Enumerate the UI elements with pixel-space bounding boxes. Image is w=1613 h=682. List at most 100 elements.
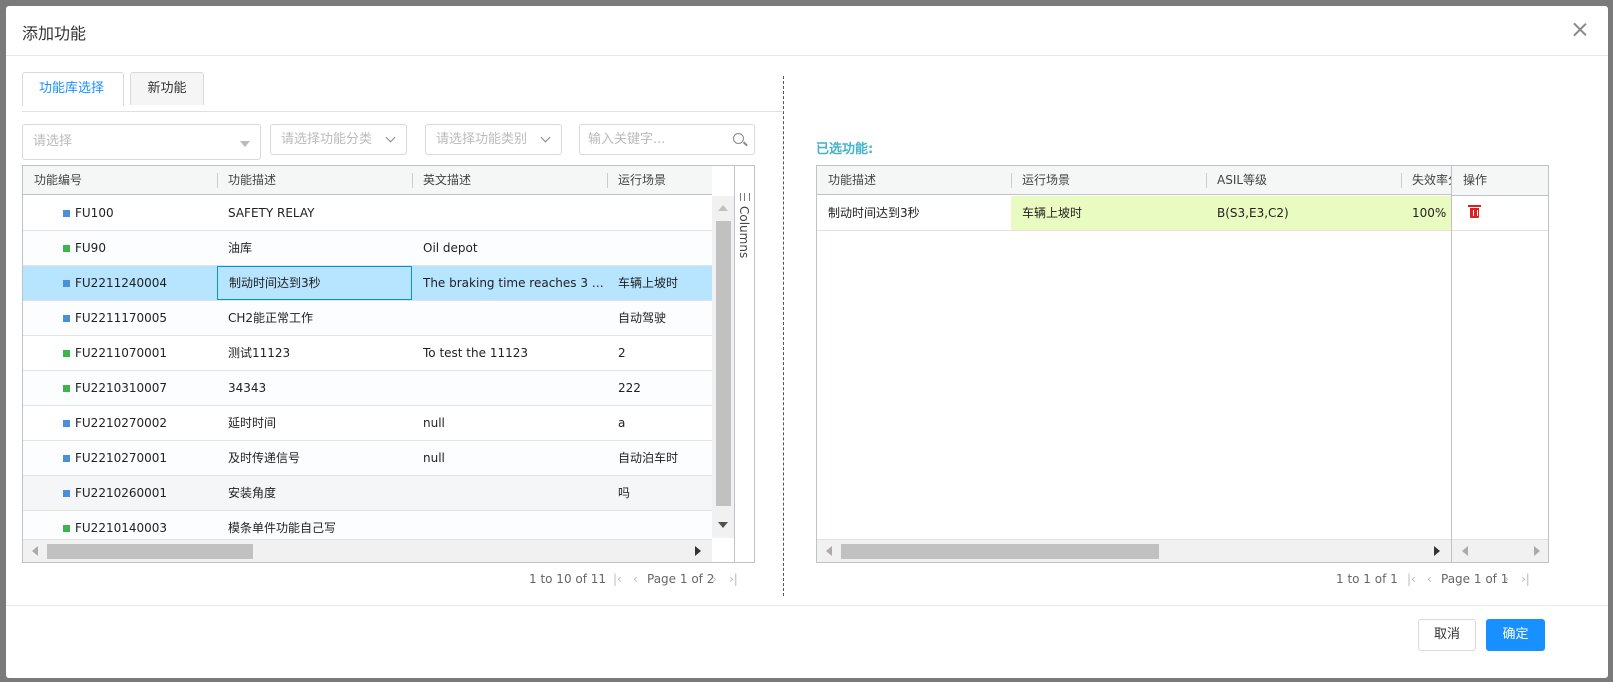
cell-description[interactable]: 34343 — [217, 371, 412, 405]
cell-function-id[interactable]: FU2210270002 — [64, 406, 217, 440]
cell-function-id[interactable]: FU2211070001 — [64, 336, 217, 370]
cell-description[interactable]: 延时时间 — [217, 406, 412, 440]
delete-icon[interactable] — [1468, 205, 1481, 218]
first-page-icon[interactable]: |‹ — [1407, 571, 1416, 587]
scroll-left-icon[interactable] — [32, 546, 38, 556]
cell-description[interactable]: 油库 — [217, 231, 412, 265]
cell-asil[interactable]: B(S3,E3,C2) — [1206, 196, 1401, 230]
search-icon[interactable] — [733, 133, 744, 144]
horizontal-scrollbar[interactable] — [817, 539, 1451, 562]
next-page-icon[interactable]: › — [1504, 571, 1509, 587]
cell-description[interactable]: 及时传递信号 — [217, 441, 412, 475]
horizontal-scrollbar[interactable] — [1452, 539, 1548, 562]
cell-english[interactable] — [412, 476, 607, 510]
last-page-icon[interactable]: ›| — [729, 571, 738, 587]
cell-function-id[interactable]: FU2210260001 — [64, 476, 217, 510]
cell-scene[interactable]: 2 — [607, 336, 712, 370]
type-select[interactable]: 请选择功能类别 — [425, 124, 562, 155]
cell-english[interactable] — [412, 196, 607, 230]
prev-page-icon[interactable]: ‹ — [1427, 571, 1432, 587]
cell-description: 制动时间达到3秒 — [828, 206, 920, 220]
table-row[interactable]: FU90 油库 Oil depot — [23, 231, 712, 266]
table-row[interactable]: FU100 SAFETY RELAY — [23, 196, 712, 231]
cell-description[interactable]: 测试11123 — [217, 336, 412, 370]
selected-functions-grid: 功能描述 运行场景 ASIL等级 失效率分 制动时间达到3秒 车辆上坡时 B(S… — [816, 165, 1549, 563]
cell-english[interactable] — [412, 371, 607, 405]
scroll-right-icon[interactable] — [1534, 546, 1540, 556]
cell-english[interactable]: null — [412, 406, 607, 440]
prev-page-icon[interactable]: ‹ — [633, 571, 638, 587]
confirm-button[interactable]: 确定 — [1486, 619, 1545, 651]
cell-scene[interactable] — [607, 231, 712, 265]
columns-icon — [740, 193, 750, 201]
scroll-right-icon[interactable] — [695, 546, 701, 556]
cell-english[interactable]: To test the 11123 — [412, 336, 607, 370]
scroll-down-icon[interactable] — [718, 522, 728, 528]
cell-english[interactable] — [412, 301, 607, 335]
table-row[interactable]: FU2211240004 制动时间达到3秒 The braking time rea… — [23, 266, 712, 301]
cell-english[interactable]: null — [412, 441, 607, 475]
close-icon[interactable] — [1570, 20, 1590, 40]
cell-english[interactable]: The braking time reaches 3 sec... — [412, 266, 607, 300]
scroll-thumb[interactable] — [47, 544, 253, 559]
cell-function-id[interactable]: FU90 — [64, 231, 217, 265]
cell-function-id[interactable]: FU2211170005 — [64, 301, 217, 335]
select-dropdown[interactable]: 请选择 — [22, 124, 261, 160]
cell-description[interactable]: 安装角度 — [217, 476, 412, 510]
col-header-scene[interactable]: 运行场景 — [607, 166, 712, 195]
scroll-left-icon[interactable] — [1462, 546, 1468, 556]
cell-function-id[interactable]: FU2210310007 — [64, 371, 217, 405]
table-row[interactable]: FU2211070001 测试11123 To test the 11123 2 — [23, 336, 712, 371]
table-row[interactable]: FU2210260001 安装角度 吗 — [23, 476, 712, 511]
columns-side-panel[interactable]: Columns — [734, 166, 754, 562]
scroll-thumb[interactable] — [841, 544, 1159, 559]
cell-scene[interactable]: 自动驾驶 — [607, 301, 712, 335]
col-header-function-id[interactable]: 功能编号 — [23, 166, 217, 195]
col-header-asil[interactable]: ASIL等级 — [1206, 166, 1401, 195]
col-header-failure-rate[interactable]: 失效率分 — [1401, 166, 1451, 195]
last-page-icon[interactable]: ›| — [1521, 571, 1530, 587]
cell-failure-rate[interactable]: 100% — [1401, 196, 1451, 230]
table-row[interactable]: FU2210270002 延时时间 null a — [23, 406, 712, 441]
category-select[interactable]: 请选择功能分类 — [270, 124, 407, 155]
col-header-description[interactable]: 功能描述 — [817, 166, 1011, 195]
cell-function-id[interactable]: FU2211240004 — [64, 266, 217, 300]
cell-english[interactable]: Oil depot — [412, 231, 607, 265]
table-row[interactable]: FU2210310007 34343 222 — [23, 371, 712, 406]
columns-label[interactable]: Columns — [737, 206, 751, 258]
table-row[interactable]: 制动时间达到3秒 车辆上坡时 B(S3,E3,C2) 100% — [817, 196, 1451, 231]
page-indicator: Page 1 of 2 — [647, 572, 715, 586]
cell-scene[interactable]: a — [607, 406, 712, 440]
table-row[interactable]: FU2211170005 CH2能正常工作 自动驾驶 — [23, 301, 712, 336]
cell-scene[interactable]: 车辆上坡时 — [1011, 196, 1206, 230]
col-header-scene[interactable]: 运行场景 — [1011, 166, 1206, 195]
tab-new-function[interactable]: 新功能 — [130, 72, 204, 105]
scroll-up-icon[interactable] — [718, 205, 728, 211]
col-header-english[interactable]: 英文描述 — [412, 166, 607, 195]
scroll-left-icon[interactable] — [826, 546, 832, 556]
scroll-right-icon[interactable] — [1434, 546, 1440, 556]
cell-scene[interactable]: 222 — [607, 371, 712, 405]
col-header-operations[interactable]: 操作 — [1452, 166, 1548, 196]
cell-scene[interactable]: 吗 — [607, 476, 712, 510]
next-page-icon[interactable]: › — [712, 571, 717, 587]
cell-scene[interactable]: 自动泊车时 — [607, 441, 712, 475]
tab-function-library[interactable]: 功能库选择 — [22, 72, 124, 106]
cell-function-id[interactable]: FU2210270001 — [64, 441, 217, 475]
col-header-description[interactable]: 功能描述 — [217, 166, 412, 195]
table-row[interactable]: FU2210270001 及时传递信号 null 自动泊车时 — [23, 441, 712, 476]
cell-description[interactable]: CH2能正常工作 — [217, 301, 412, 335]
vertical-scrollbar[interactable] — [712, 196, 735, 538]
right-pager: 1 to 1 of 1 |‹ ‹ Page 1 of 1 › ›| — [1336, 571, 1548, 587]
cancel-button[interactable]: 取消 — [1418, 619, 1476, 651]
cell-description[interactable]: 制动时间达到3秒 — [217, 266, 412, 300]
cell-scene[interactable] — [607, 196, 712, 230]
horizontal-scrollbar[interactable] — [23, 539, 712, 562]
cell-description[interactable]: SAFETY RELAY — [217, 196, 412, 230]
cell-function-id[interactable]: FU100 — [64, 196, 217, 230]
first-page-icon[interactable]: |‹ — [613, 571, 622, 587]
scroll-thumb[interactable] — [716, 221, 731, 506]
tab-bar: 功能库选择 新功能 — [22, 72, 782, 112]
keyword-search-input[interactable]: 输入关键字... — [579, 124, 755, 155]
cell-scene[interactable]: 车辆上坡时 — [607, 266, 712, 300]
